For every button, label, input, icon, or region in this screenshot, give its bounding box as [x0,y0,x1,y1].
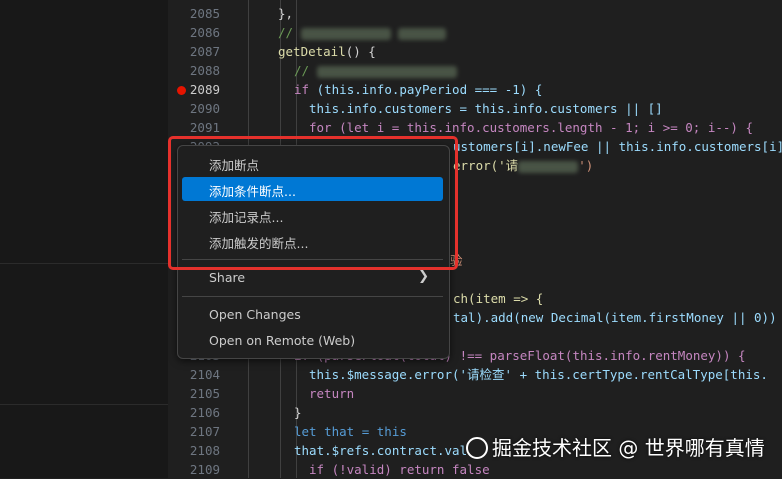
code-line-2104: this.$message.error('请检查' + this.certTyp… [309,367,768,382]
code-line-2107: let that = this [294,424,407,439]
code-line-2092: ustomers[i].newFee || this.info.customer… [453,139,782,154]
annotation-highlight-box [168,136,458,270]
line-number: 2086 [189,25,220,40]
line-number: 2105 [189,386,220,401]
blurred-text [316,65,457,78]
code-line-2089: if (this.info.payPeriod === -1) { [294,82,543,97]
panel-divider [0,263,168,264]
line-number: 2108 [189,443,220,458]
line-number: 2109 [189,462,220,477]
code-line-2109: if (!valid) return false [309,462,490,477]
menu-separator [182,296,443,297]
menu-item-open-changes[interactable]: Open Changes [182,303,443,327]
panel-divider [0,404,168,405]
code-line-2086: // [278,23,447,42]
menu-item-open-on-remote[interactable]: Open on Remote (Web) [182,329,443,353]
code-line-2085: }, [278,6,294,21]
code-line-2090: this.info.customers = this.info.customer… [309,101,663,116]
code-line-2108: that.$refs.contract.val [294,443,468,458]
line-number: 2090 [189,101,220,116]
code-line-2099: ch(item => { [453,291,544,306]
line-number: 2085 [189,6,220,21]
blurred-text [518,160,579,173]
menu-item-label: Open Changes [209,307,301,322]
menu-item-label: Open on Remote (Web) [209,333,356,348]
line-number: 2087 [189,44,220,59]
blurred-text [300,27,391,40]
line-number: 2088 [189,63,220,78]
menu-item-label: Share [209,270,246,285]
line-number: 2091 [189,120,220,135]
chevron-right-icon: ❯ [418,269,429,284]
juejin-logo-icon [466,437,488,459]
line-number: 2089 [189,82,220,97]
watermark: 掘金技术社区 @ 世界哪有真情 [462,432,765,461]
watermark-text: 掘金技术社区 @ 世界哪有真情 [492,436,765,460]
blurred-text [398,27,447,40]
line-number: 2104 [189,367,220,382]
code-line-2100: tal).add(new Decimal(item.firstMoney || … [453,310,777,325]
code-line-2093: error('请 ') [453,158,594,173]
code-line-2088: // [294,61,457,80]
line-number: 2106 [189,405,220,420]
code-line-2091: for (let i = this.info.customers.length … [309,120,754,135]
side-panel [0,0,168,478]
code-line-2105: return [309,386,355,401]
code-line-2087: getDetail() { [278,44,376,59]
line-number: 2107 [189,424,220,439]
code-line-2106: } [294,405,302,420]
